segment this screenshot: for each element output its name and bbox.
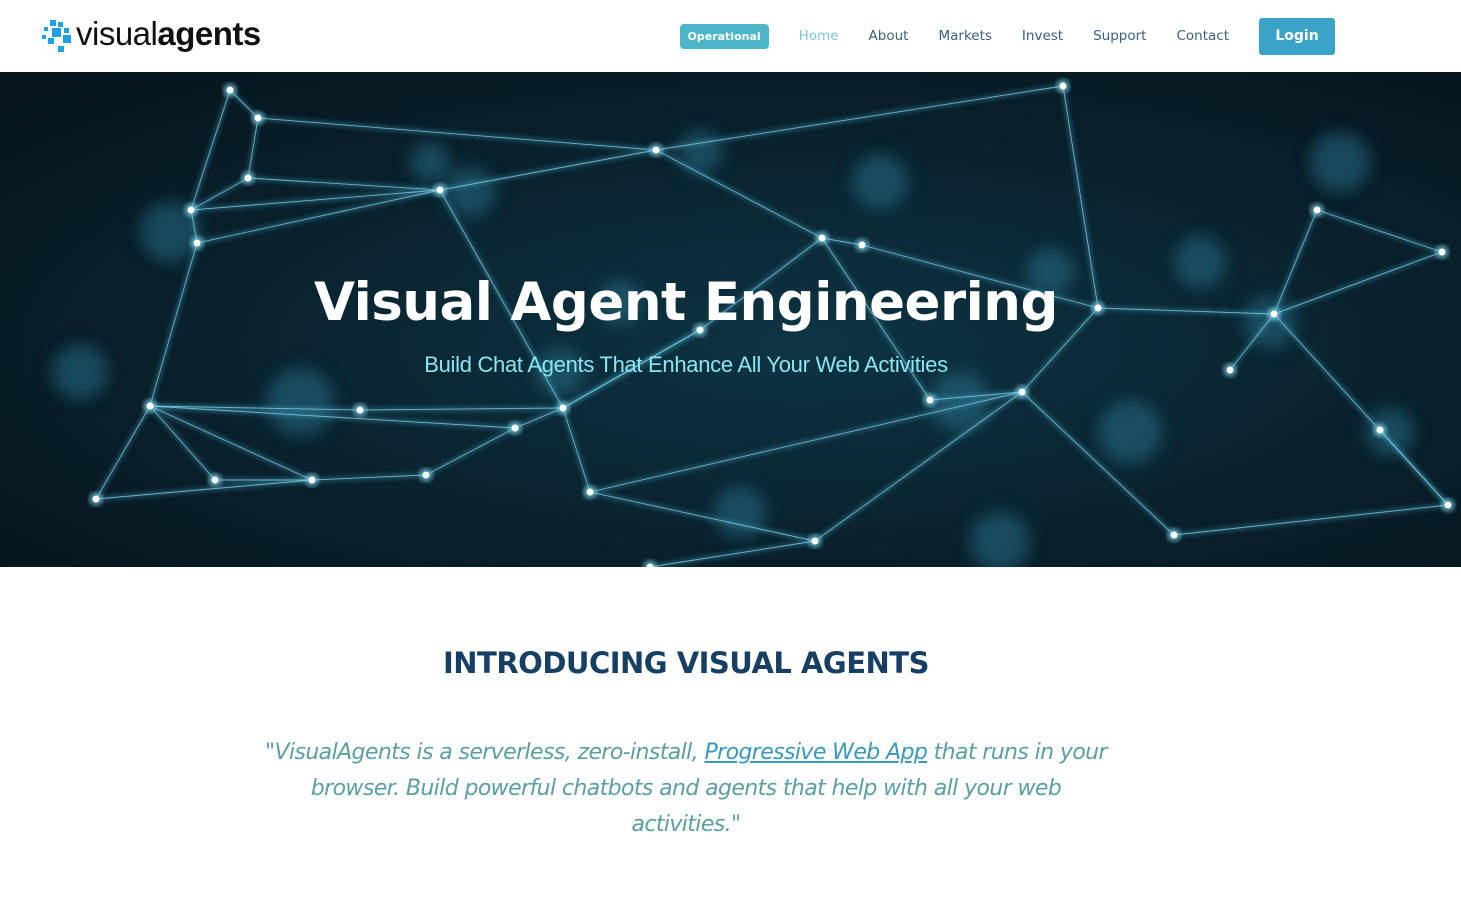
login-button[interactable]: Login [1259,17,1335,55]
network-node [436,186,444,194]
network-node [1376,426,1384,434]
network-link [589,391,1023,493]
network-link [655,85,1064,151]
network-node [226,86,234,94]
site-header: visualagents Operational Home About Mark… [0,0,1461,72]
status-badge: Operational [679,23,769,49]
hero-title: Visual Agent Engineering [314,272,1058,333]
network-node [1438,248,1446,256]
hero-banner: Visual Agent Engineering Build Chat Agen… [0,72,1461,567]
network-link [257,117,657,151]
network-link [247,177,441,191]
nav-about[interactable]: About [854,28,924,44]
network-node [818,234,826,242]
network-link [1379,429,1449,506]
network-node [193,239,201,247]
network-node [1059,82,1067,90]
intro-quote: "VisualAgents is a serverless, zero-inst… [265,740,1108,837]
main-nav: Operational Home About Markets Invest Su… [679,0,1335,72]
network-node [511,424,519,432]
brand-logo[interactable]: visualagents [40,14,261,54]
bokeh-light [1366,408,1414,456]
network-node [559,404,567,412]
network-node [1444,501,1452,509]
network-node [1313,206,1321,214]
network-link [95,405,151,500]
bokeh-light [852,154,908,210]
network-link [95,479,313,500]
network-node [187,206,195,214]
network-node [652,146,660,154]
network-link [562,407,591,493]
network-link [425,427,516,476]
network-node [211,476,219,484]
network-node [254,114,262,122]
bokeh-light [410,142,450,182]
nav-home[interactable]: Home [784,28,854,44]
network-link [655,149,823,239]
network-link [1316,209,1443,253]
network-node [356,406,364,414]
network-link [149,405,216,481]
network-link [247,117,259,179]
brand-name: visualagents [76,15,261,52]
nav-contact[interactable]: Contact [1161,28,1244,44]
intro-heading: INTRODUCING VISUAL AGENTS [443,646,929,680]
network-link [1173,504,1449,536]
hero-subtitle: Build Chat Agents That Enhance All Your … [424,352,948,377]
network-link [589,491,816,542]
bokeh-light [970,512,1030,567]
pixel-squares-logo-icon [40,16,76,52]
network-node [586,488,594,496]
nav-invest[interactable]: Invest [1007,28,1078,44]
bokeh-light [266,368,334,436]
network-link [514,407,564,429]
bokeh-light [1098,400,1162,464]
network-node [308,476,316,484]
nav-support[interactable]: Support [1078,28,1161,44]
network-node [244,174,252,182]
network-node [811,537,819,545]
network-node [422,471,430,479]
network-node [1018,388,1026,396]
pwa-link[interactable]: Progressive Web App [704,740,927,765]
nav-markets[interactable]: Markets [923,28,1006,44]
bokeh-light [1310,132,1370,192]
network-link [649,540,816,567]
network-node [146,402,154,410]
network-node [926,396,934,404]
network-node [92,495,100,503]
network-node [858,241,866,249]
network-node [1170,531,1178,539]
